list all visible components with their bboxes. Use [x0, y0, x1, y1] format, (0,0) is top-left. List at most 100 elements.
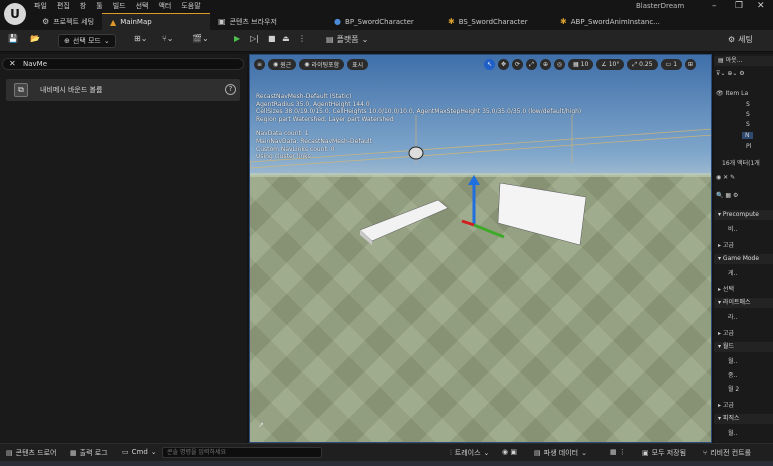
stop-icon[interactable]: ■ [268, 34, 276, 43]
scale-snap-button[interactable]: ⤢ 0.25 [627, 59, 658, 70]
search-input[interactable]: ✕ NavMe [2, 58, 244, 70]
outliner-row[interactable]: S [746, 111, 750, 118]
outliner-toolbar[interactable]: ⊽⌄ ⊕⌄ ⚙ [716, 70, 745, 77]
list-item-navmesh-bounds-volume[interactable]: ⧉ 내비메시 바운드 볼륨 ? [6, 79, 240, 101]
select-mode-dropdown[interactable]: ⊕ 선택 모드 ⌄ [58, 34, 116, 48]
step-icon[interactable]: ▷| [250, 34, 259, 43]
console-input[interactable]: 콘솔 명령을 입력하세요 [162, 447, 322, 458]
grid-icon: ▦ [573, 61, 579, 68]
save-icon: ▣ [642, 449, 649, 457]
outliner-row[interactable]: S [746, 101, 750, 108]
details-row[interactable]: 게.. [728, 268, 737, 277]
menu-build[interactable]: 빌드 [113, 1, 126, 12]
cinematics-icon[interactable]: 🎬⌄ [192, 34, 209, 43]
world-local-icon[interactable]: ⊕ [540, 59, 551, 70]
stats-line: RecastNavMesh-Default (Static) [256, 93, 352, 100]
wall-left[interactable] [359, 199, 449, 242]
section-selection[interactable]: ▸ 선택 [718, 284, 734, 293]
derived-data-button[interactable]: ▤ 파생 데이터 ⌄ [534, 448, 587, 458]
maximize-viewport-icon[interactable]: ⊞ [685, 59, 697, 70]
section-world[interactable]: ▾ 월드 [714, 342, 773, 352]
add-actor-icon[interactable]: ⊞⌄ [134, 34, 147, 43]
clear-search-icon[interactable]: ✕ [9, 59, 16, 69]
camera-speed-button[interactable]: ▭ 1 [660, 59, 683, 70]
eject-icon[interactable]: ⏏ [282, 34, 290, 43]
gear-icon: ⚙ [42, 17, 50, 26]
content-drawer-button[interactable]: ▤ 콘텐츠 드로어 [6, 448, 57, 458]
wall-right[interactable] [497, 182, 587, 246]
revision-control-button[interactable]: ⑂ 리비전 컨트롤 [703, 448, 751, 458]
help-icon[interactable]: ? [225, 84, 236, 95]
details-row[interactable]: 월.. [728, 356, 737, 365]
close-icon[interactable]: ✕ [757, 1, 765, 11]
surface-snap-icon[interactable]: ◎ [554, 59, 565, 70]
play-options-icon[interactable]: ⋮ [298, 34, 306, 43]
navmesh-volume-icon: ⧉ [14, 83, 28, 97]
show-button[interactable]: 표시 [347, 59, 369, 70]
details-row[interactable]: 라.. [728, 312, 737, 321]
menu-window[interactable]: 창 [80, 1, 86, 12]
outliner-row-selected[interactable]: N [742, 132, 753, 139]
select-tool-icon[interactable]: ↖ [484, 59, 495, 70]
record-icon[interactable]: ◉ ▣ [502, 448, 517, 456]
details-row[interactable]: 월 2 [728, 384, 739, 393]
axis-indicator: ↗ [258, 421, 264, 429]
tab-project-settings[interactable]: ⚙ 프로젝트 세팅 [34, 13, 102, 30]
gear-icon: ⚙ [728, 35, 736, 44]
scale-snap-value: 0.25 [639, 61, 653, 68]
perspective-button[interactable]: ◉ 원근 [268, 59, 297, 70]
platforms-button[interactable]: ▤ 플랫폼 ⌄ [326, 34, 368, 45]
content-drawer-label: 콘텐츠 드로어 [15, 449, 57, 457]
move-tool-icon[interactable]: ✥ [498, 59, 509, 70]
level-viewport[interactable]: ↗ ≡ ◉ 원근 ◉ 라이팅포함 표시 ↖ ✥ ⟳ ⤢ ⊕ ◎ ▦ 10 ∠ 10° ⤢… [249, 54, 712, 443]
menu-tools[interactable]: 툴 [96, 1, 102, 12]
section-lightmass[interactable]: ▾ 라이트매스 [714, 298, 773, 308]
details-tab[interactable]: ◉ ✕ ✎ [716, 174, 735, 181]
cmd-dropdown[interactable]: ▭ Cmd ⌄ [122, 448, 157, 456]
rotate-tool-icon[interactable]: ⟳ [512, 59, 523, 70]
maximize-icon[interactable]: ❐ [735, 1, 743, 11]
tab-mainmap[interactable]: ▲ MainMap [102, 13, 211, 30]
section-game-mode[interactable]: ▾ Game Mode [714, 254, 773, 264]
scale-tool-icon[interactable]: ⤢ [526, 59, 537, 70]
details-search[interactable]: 🔍 ▦ ⚙ [716, 192, 738, 199]
blueprint-icon[interactable]: ⑂⌄ [162, 34, 174, 43]
save-all-button[interactable]: ▣ 모두 저장됨 [642, 448, 686, 458]
lit-mode-button[interactable]: ◉ 라이팅포함 [299, 59, 345, 70]
settings-button[interactable]: ⚙ 세팅 [728, 34, 753, 45]
stats-line: CellSizes 38.0/19.0/15.0, CellHeights 10… [256, 108, 582, 116]
section-advanced[interactable]: ▸ 고급 [718, 240, 734, 249]
tab-outliner[interactable]: ▤ 아웃... [714, 56, 773, 66]
save-icon[interactable]: 💾 [8, 34, 18, 43]
browse-icon[interactable]: 📂 [30, 34, 40, 43]
source-icon[interactable]: ▦ ⋮ [610, 448, 626, 456]
menu-select[interactable]: 선택 [136, 1, 149, 12]
tab-bp-swordcharacter[interactable]: ● BP_SwordCharacter [326, 13, 440, 30]
menu-file[interactable]: 파일 [34, 1, 47, 12]
menu-edit[interactable]: 편집 [57, 1, 70, 12]
outliner-row[interactable]: S [746, 121, 750, 128]
grid-snap-button[interactable]: ▦ 10 [568, 59, 594, 70]
minimize-icon[interactable]: – [712, 1, 717, 11]
trace-button[interactable]: ⫶ 트레이스 ⌄ [450, 448, 489, 458]
section-advanced-3[interactable]: ▸ 고급 [718, 400, 734, 409]
tab-abp-swordaniminstance[interactable]: ✱ ABP_SwordAnimInstanc... [552, 13, 668, 30]
outliner-row[interactable]: Pl [746, 143, 751, 150]
section-physics[interactable]: ▾ 피직스 [714, 414, 773, 424]
menu-actor[interactable]: 액터 [158, 1, 171, 12]
rotation-snap-button[interactable]: ∠ 10° [596, 59, 625, 70]
section-advanced-2[interactable]: ▸ 고급 [718, 328, 734, 337]
play-button[interactable]: ▶ [234, 34, 240, 43]
tab-bs-swordcharacter[interactable]: ✱ BS_SwordCharacter [440, 13, 552, 30]
gizmo-y-axis[interactable] [473, 223, 505, 239]
details-row[interactable]: 비.. [728, 224, 737, 233]
tab-content-browser[interactable]: ▣ 콘텐츠 브라우저 [210, 13, 326, 30]
section-precompute[interactable]: ▾ Precompute [714, 210, 773, 220]
menu-help[interactable]: 도움말 [181, 1, 200, 12]
gizmo-z-arrow[interactable] [468, 175, 480, 185]
details-row[interactable]: 중.. [728, 370, 737, 379]
details-row[interactable]: 월.. [728, 428, 737, 437]
hamburger-icon[interactable]: ≡ [254, 59, 265, 70]
gizmo-x-axis[interactable] [461, 219, 475, 227]
output-log-button[interactable]: ▦ 출력 로그 [70, 448, 108, 458]
